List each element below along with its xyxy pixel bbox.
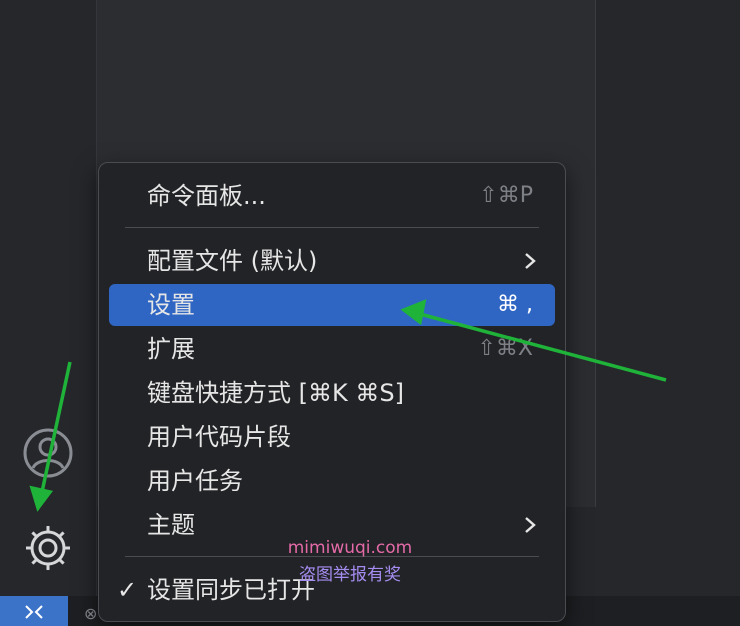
arrow-to-settings	[400, 299, 667, 382]
arrow-to-gear	[29, 361, 72, 512]
annotation-arrows	[29, 299, 667, 512]
